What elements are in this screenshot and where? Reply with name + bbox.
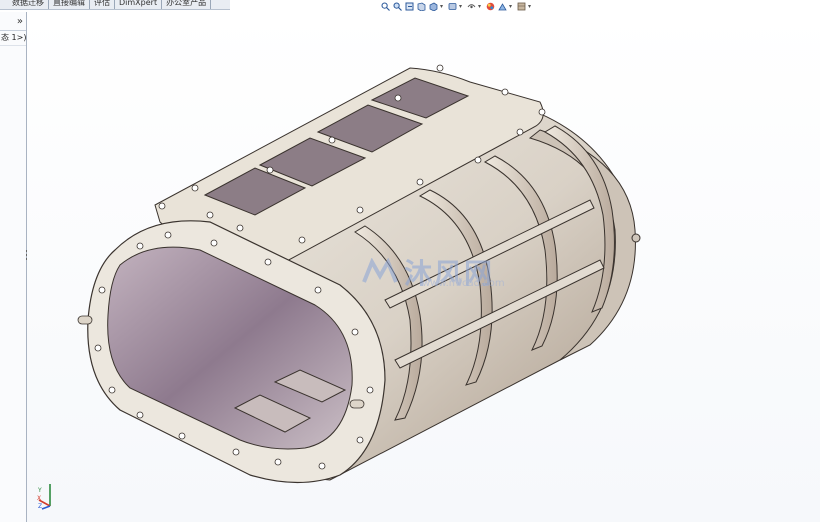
chevron-down-icon[interactable]: ▾ [509,3,514,10]
appearance-icon[interactable] [485,1,495,11]
tab-data-migration[interactable]: 数据迁移 [0,0,49,9]
chevron-down-icon[interactable]: ▾ [440,3,445,10]
view-orientation-icon[interactable] [428,1,438,11]
chevron-down-icon[interactable]: ▾ [528,3,533,10]
heads-up-view-toolbar: ▾ ▾ ▾ ▾ ▾ [380,0,533,12]
svg-text:Z: Z [38,503,42,510]
tab-evaluate[interactable]: 评估 [90,0,115,9]
hide-show-icon[interactable] [466,1,476,11]
tab-direct-edit[interactable]: 直接编辑 [49,0,90,9]
graphics-area[interactable]: 沐风网 www.mfcad.com [27,12,820,522]
zoom-to-fit-icon[interactable] [380,1,390,11]
zoom-area-icon[interactable] [392,1,402,11]
section-view-icon[interactable] [416,1,426,11]
configuration-label[interactable]: 态 1>)- [0,31,26,46]
svg-text:Y: Y [37,487,42,494]
previous-view-icon[interactable] [404,1,414,11]
supercharger-housing-model[interactable] [27,12,820,522]
feature-manager-pane: » 态 1>)- [0,12,27,522]
reference-triad-icon: Y X Z [37,484,51,510]
chevron-down-icon[interactable]: ▾ [459,3,464,10]
view-settings-icon[interactable] [516,1,526,11]
chevron-down-icon[interactable]: ▾ [478,3,483,10]
display-style-icon[interactable] [447,1,457,11]
scene-icon[interactable] [497,1,507,11]
svg-text:X: X [37,495,41,502]
tab-office-products[interactable]: 办公室产品 [162,0,212,9]
command-manager-tabs: 数据迁移 直接编辑 评估 DimXpert 办公室产品 [0,0,230,10]
tab-dimxpert[interactable]: DimXpert [115,0,163,9]
expand-pane-button[interactable]: » [17,16,23,27]
